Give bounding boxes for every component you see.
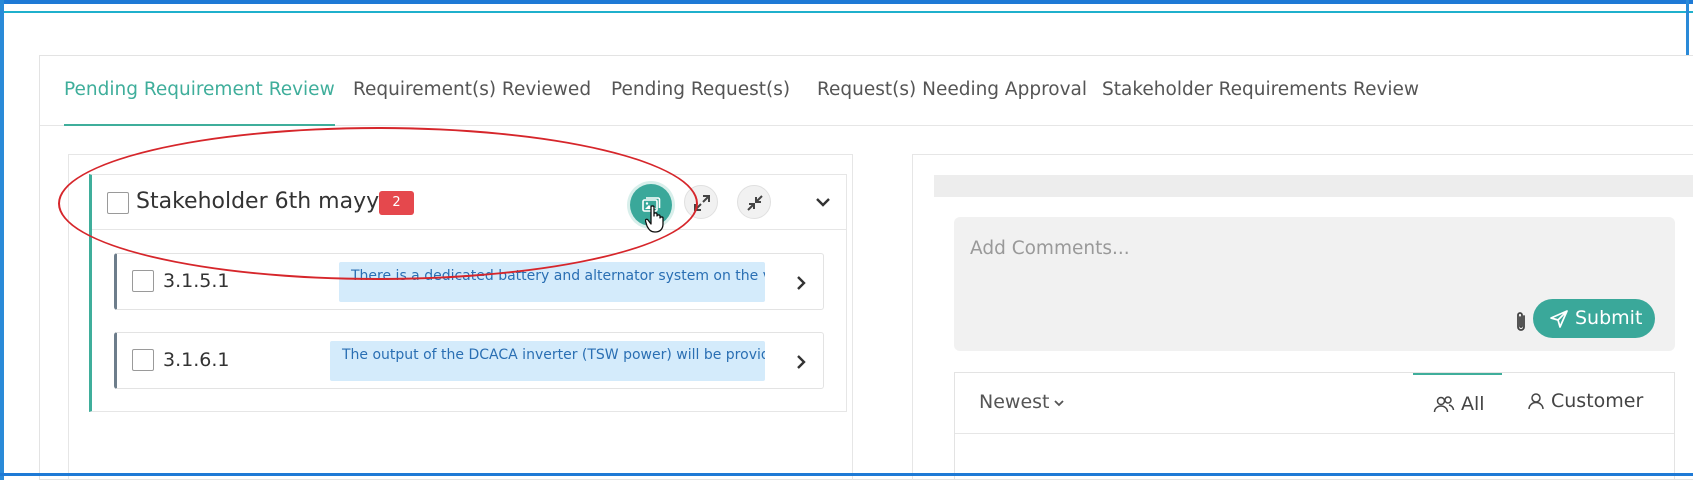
filter-customer-label: Customer (1551, 390, 1644, 412)
tab-requests-needing-approval[interactable]: Request(s) Needing Approval (817, 56, 1087, 126)
open-requirement-button[interactable] (790, 272, 812, 294)
requirement-text: There is a dedicated battery and alterna… (339, 262, 765, 302)
review-card: Pending Requirement Review Requirement(s… (39, 55, 1693, 480)
filter-all-tab[interactable]: All (1413, 373, 1502, 434)
requirement-row[interactable]: 3.1.5.1 There is a dedicated battery and… (114, 253, 824, 310)
requirements-panel: Stakeholder 6th mayy 2 3.1.5.1 There is … (68, 154, 853, 480)
group-toggle-button[interactable] (812, 191, 834, 213)
paperclip-icon[interactable] (1514, 310, 1528, 334)
collapse-button[interactable] (737, 185, 771, 219)
comment-box: Submit (954, 217, 1675, 351)
group-header: Stakeholder 6th mayy 2 (92, 175, 846, 230)
submit-button[interactable]: Submit (1533, 299, 1655, 338)
send-icon (1550, 310, 1568, 328)
chevron-down-icon (1054, 399, 1065, 406)
sort-label: Newest (979, 391, 1050, 413)
chevron-right-icon (797, 355, 806, 369)
comments-panel: Submit Newest All (912, 154, 1693, 480)
stakeholder-group: Stakeholder 6th mayy 2 3.1.5.1 There is … (89, 174, 847, 412)
chevron-down-icon (816, 198, 830, 207)
tab-requirements-reviewed[interactable]: Requirement(s) Reviewed (353, 56, 591, 126)
feed-header: Newest All Customer (955, 373, 1674, 434)
users-icon (1433, 396, 1455, 413)
filter-all: All (1433, 393, 1485, 415)
comment-feed: Newest All Customer (954, 372, 1675, 480)
hand-cursor-icon (645, 205, 664, 233)
tab-pending-requirement-review[interactable]: Pending Requirement Review (64, 56, 335, 126)
group-title: Stakeholder 6th mayy (136, 189, 380, 214)
requirement-checkbox[interactable] (132, 349, 154, 371)
collapse-icon (747, 195, 763, 211)
expand-button[interactable] (684, 185, 718, 219)
screen-border-accent (0, 11, 1693, 13)
group-checkbox[interactable] (107, 192, 129, 214)
comment-input[interactable] (970, 233, 1570, 263)
screen-border-top (0, 0, 1693, 4)
requirement-id: 3.1.6.1 (163, 349, 230, 371)
panel-header-bar (934, 175, 1693, 197)
chevron-right-icon (797, 276, 806, 290)
requirement-checkbox[interactable] (132, 270, 154, 292)
tab-bar: Pending Requirement Review Requirement(s… (40, 56, 1693, 126)
filter-all-label: All (1461, 393, 1485, 415)
tab-stakeholder-requirements-review[interactable]: Stakeholder Requirements Review (1102, 56, 1419, 126)
expand-icon (694, 195, 710, 211)
requirement-text: The output of the DCACA inverter (TSW po… (330, 341, 765, 381)
requirement-id: 3.1.5.1 (163, 270, 230, 292)
screen-border-left (0, 0, 4, 480)
filter-customer-tab[interactable]: Customer (1527, 390, 1643, 412)
sort-dropdown[interactable]: Newest (979, 391, 1065, 413)
tab-pending-requests[interactable]: Pending Request(s) (611, 56, 790, 126)
open-requirement-button[interactable] (790, 351, 812, 373)
submit-label: Submit (1575, 307, 1643, 329)
requirement-row[interactable]: 3.1.6.1 The output of the DCACA inverter… (114, 332, 824, 389)
user-icon (1528, 393, 1544, 410)
requirement-count-badge: 2 (379, 191, 414, 215)
screen-border-bottom (0, 473, 1693, 476)
